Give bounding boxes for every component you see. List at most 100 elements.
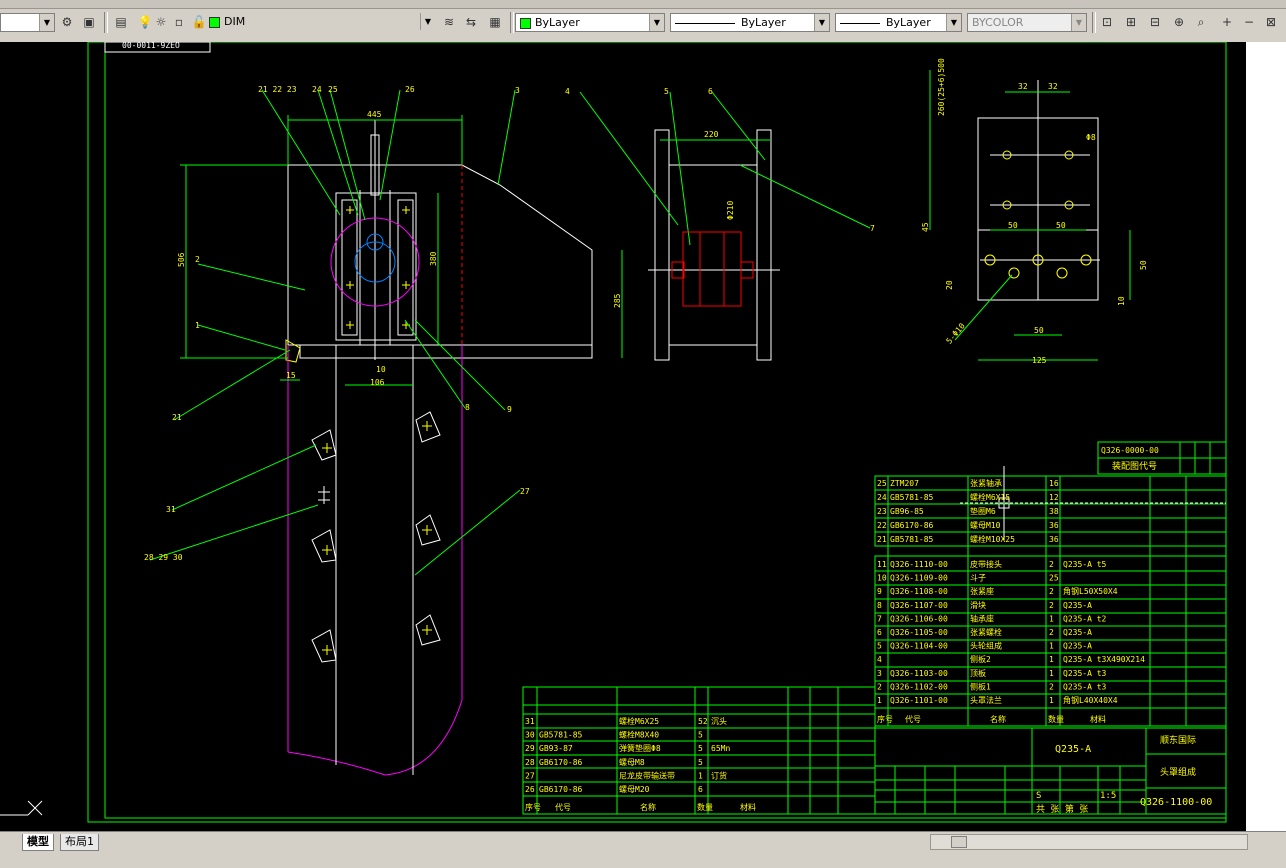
drawing-canvas[interactable]: 00-0011-9ZEO 西 445 506 380 285 106 15 10… (0, 42, 1246, 831)
table-cell: Q235-A (1063, 601, 1092, 610)
layer-combo[interactable]: DIM ▼ (205, 13, 435, 32)
callout-9: 9 (507, 405, 512, 414)
dim-inner-height: 380 (429, 251, 438, 266)
top-toolbar-strip (0, 0, 1286, 9)
tab-layout1[interactable]: 布局1 (60, 834, 99, 851)
zoom-window-icon[interactable]: ⊡ (1098, 13, 1116, 32)
table-cell: ZTM207 (890, 479, 919, 488)
dim-top-width: 445 (367, 110, 382, 119)
ucs-icon (0, 800, 43, 816)
table-cell: 6 (698, 785, 703, 794)
front-view (287, 120, 593, 360)
title-company: 顺东国际 (1160, 734, 1196, 746)
table-cell: 头罩法兰 (970, 695, 1002, 705)
layer-freeze-icon: ▫ (174, 15, 184, 29)
elevator-casing (287, 345, 463, 776)
table-cell: 角钢L50X50X4 (1063, 586, 1118, 596)
dim-hole-dia: Φ8 (1086, 133, 1096, 142)
callout-3: 3 (515, 86, 520, 95)
gear-icon[interactable]: ⚙ (58, 13, 76, 32)
lineweight-combo[interactable]: ByLayer ▼ (835, 13, 962, 32)
title-stage: S (1036, 791, 1041, 801)
chevron-down-icon: ▼ (946, 14, 961, 31)
workspace-combo[interactable]: ▼ (0, 13, 55, 32)
dim-small-10: 10 (376, 365, 386, 374)
title-scale: 1:5 (1100, 791, 1116, 801)
table-cell: 张紧螺栓 (970, 627, 1002, 637)
table-cell: Q326-1102-00 (890, 682, 948, 691)
zoom-scale-icon[interactable]: ⊟ (1146, 13, 1164, 32)
window-icon[interactable]: ▣ (80, 13, 98, 32)
table-cell: Q235-A t3 (1063, 669, 1107, 678)
layer-tool-icon[interactable]: ≋ (440, 13, 458, 32)
table-cell: 2 (1049, 587, 1054, 596)
zoom-center-icon[interactable]: ⊕ (1170, 13, 1188, 32)
table-header-cell: 序号 (877, 714, 893, 724)
callout-26: 26 (405, 85, 415, 94)
table-cell: 角钢L40X40X4 (1063, 695, 1118, 705)
table-cell: 侧板1 (970, 681, 991, 691)
callout-8: 8 (465, 403, 470, 412)
table-cell: 滑块 (970, 600, 986, 610)
table-cell: 31 (525, 717, 535, 726)
zoom-object-icon[interactable]: ⌕ (1192, 13, 1210, 32)
linetype-value: ByLayer (741, 16, 786, 29)
table-cell: 螺栓M8X40 (619, 730, 659, 740)
callout-25: 25 (328, 85, 338, 94)
table-cell: Q326-1105-00 (890, 628, 948, 637)
plotstyle-combo[interactable]: BYCOLOR ▼ (967, 13, 1087, 32)
table-cell: Q326-1107-00 (890, 601, 948, 610)
color-swatch (520, 17, 531, 29)
table-cell: Q235-A t5 (1063, 560, 1107, 569)
table-cell: 10 (877, 574, 887, 583)
callout-31: 31 (166, 505, 176, 514)
table-cell: 螺母M8 (619, 757, 645, 767)
table-cell: Q235-A t3 (1063, 682, 1107, 691)
tab-model[interactable]: 模型 (22, 834, 54, 851)
dim-50d: 50 (1034, 326, 1044, 335)
assembly-label: 装配图代号 (1112, 460, 1157, 472)
table-cell: Q235-A (1063, 642, 1092, 651)
table-cell: GB6170-86 (890, 521, 934, 530)
scroll-thumb[interactable] (951, 836, 967, 848)
callout-5: 5 (664, 87, 669, 96)
table-cell: 36 (1049, 521, 1059, 530)
color-combo[interactable]: ByLayer ▼ (515, 13, 665, 32)
vertical-scroll-area[interactable] (1246, 42, 1286, 831)
layer-name: DIM (224, 15, 246, 28)
front-view-marks (285, 206, 410, 363)
zoom-dynamic-icon[interactable]: ⊞ (1122, 13, 1140, 32)
layer-prev-icon[interactable]: ⇆ (462, 13, 480, 32)
table-cell: 4 (877, 655, 882, 664)
table-cell: Q326-1104-00 (890, 642, 948, 651)
table-cell: Q235-A (1063, 628, 1092, 637)
sun-icon: ☼ (155, 15, 167, 29)
table-cell: 16 (1049, 479, 1059, 488)
layer-state-icon[interactable]: ▦ (486, 13, 504, 32)
chevron-down-icon: ▼ (1071, 14, 1086, 31)
zoom-in-icon[interactable]: + (1218, 13, 1236, 32)
table-cell: 侧板2 (970, 654, 991, 664)
table-header-cell: 材料 (740, 802, 756, 812)
layers-icon[interactable]: ▤ (112, 13, 130, 32)
table-cell: 27 (525, 771, 535, 780)
table-cell: 3 (877, 669, 882, 678)
horizontal-scrollbar[interactable] (930, 834, 1248, 850)
table-cell: 7 (877, 614, 882, 623)
table-cell: 6 (877, 628, 882, 637)
linetype-combo[interactable]: ByLayer ▼ (670, 13, 830, 32)
title-sheet: 共 张 第 张 (1036, 803, 1088, 815)
dim-side-small: 15 (286, 371, 296, 380)
zoom-all-icon[interactable]: ⊠ (1262, 13, 1280, 32)
table-cell: 尼龙皮带输送带 (619, 770, 675, 780)
table-cell: 1 (1049, 614, 1054, 623)
plotstyle-value: BYCOLOR (972, 16, 1024, 29)
dim-20: 20 (945, 280, 954, 290)
table-cell: 5 (877, 642, 882, 651)
table-cell: 2 (877, 682, 882, 691)
dim-right-height: 285 (613, 293, 622, 308)
lineweight-value: ByLayer (886, 16, 931, 29)
zoom-out-icon[interactable]: − (1240, 13, 1258, 32)
table-cell: 垫圈M6 (970, 506, 996, 516)
table-cell: 沉头 (711, 716, 727, 726)
